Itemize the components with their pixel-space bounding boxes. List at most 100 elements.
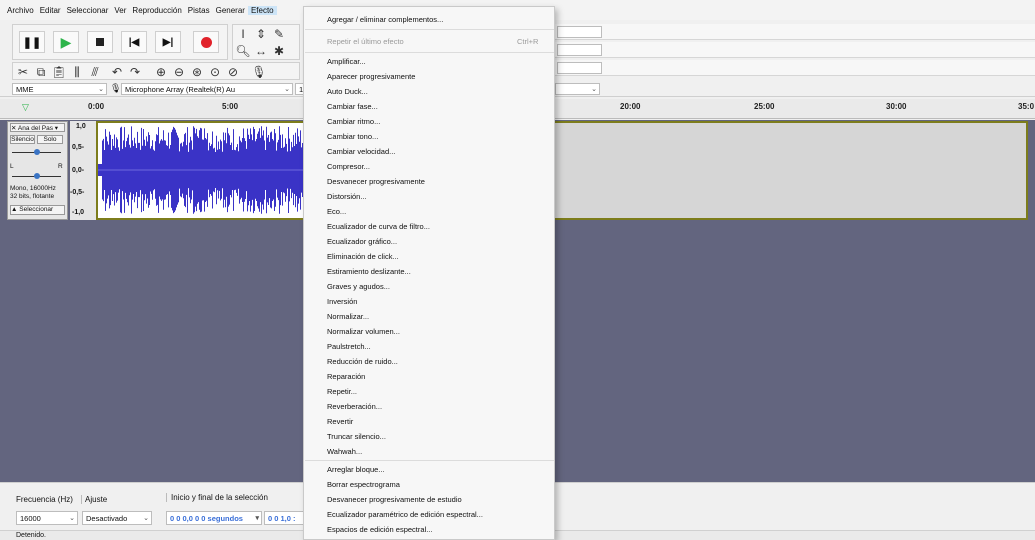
output-device-select[interactable]: ⌄ [555, 83, 600, 95]
undo-icon[interactable]: ↶ [109, 64, 125, 80]
menu-item[interactable]: Wahwah... [327, 447, 362, 456]
skip-end-button[interactable]: ▶| [155, 31, 181, 53]
play-button[interactable]: ▶ [53, 31, 79, 53]
menu-item[interactable]: Eco... [327, 207, 346, 216]
menu-item[interactable]: Cambiar ritmo... [327, 117, 380, 126]
menu-item[interactable]: Ecualizador de curva de filtro... [327, 222, 430, 231]
menu-item[interactable]: Arreglar bloque... [327, 465, 385, 474]
mixer-meter[interactable] [555, 60, 1035, 76]
copy-icon[interactable]: ⧉ [33, 64, 49, 80]
select-track-button[interactable]: ▲ Seleccionar [10, 205, 65, 215]
record-meter[interactable] [555, 24, 1035, 40]
record-icon [200, 36, 212, 48]
zoom-tool-icon[interactable]: 🔍︎ [235, 43, 251, 59]
track-format: Mono, 16000Hz [10, 185, 56, 192]
menu-item[interactable]: Reverberación... [327, 402, 382, 411]
snap-select[interactable]: Desactivado ⌄ [82, 511, 152, 525]
triangle-up-icon: ▲ [11, 206, 18, 213]
menu-item[interactable]: Compresor... [327, 162, 370, 171]
stop-button[interactable] [87, 31, 113, 53]
chevron-down-icon: ⌄ [591, 86, 597, 93]
menu-editar[interactable]: Editar [37, 6, 64, 15]
menu-item[interactable]: Desvanecer progresivamente de estudio [327, 495, 462, 504]
project-rate-select[interactable]: 16000 ⌄ [16, 511, 78, 525]
paste-icon[interactable]: 📋︎ [51, 64, 67, 80]
fit-selection-icon[interactable]: ⊛ [189, 64, 205, 80]
menu-item[interactable]: Ecualizador paramétrico de edición espec… [327, 510, 483, 519]
zoom-out-icon[interactable]: ⊖ [171, 64, 187, 80]
zoom-in-icon[interactable]: ⊕ [153, 64, 169, 80]
menu-item[interactable]: Inversión [327, 297, 357, 306]
ruler-tick: 30:00 [886, 102, 907, 111]
menu-item[interactable]: Revertir [327, 417, 353, 426]
fit-project-icon[interactable]: ⊙ [207, 64, 223, 80]
skip-start-button[interactable]: |◀ [121, 31, 147, 53]
menu-ver[interactable]: Ver [111, 6, 129, 15]
menu-item[interactable]: Normalizar volumen... [327, 327, 400, 336]
solo-button[interactable]: Solo [37, 135, 63, 144]
menu-reproduccion[interactable]: Reproducción [129, 6, 184, 15]
menu-item[interactable]: Eliminación de click... [327, 252, 399, 261]
pan-slider[interactable] [10, 173, 63, 179]
menu-item[interactable]: Reparación [327, 372, 365, 381]
menu-item[interactable]: Cambiar velocidad... [327, 147, 395, 156]
track-menu-button[interactable]: ✕ Ana del Pas ▾ [10, 123, 65, 132]
multi-tool-icon[interactable]: ✱ [271, 43, 287, 59]
menu-item[interactable]: Cambiar tono... [327, 132, 378, 141]
menu-item[interactable]: Agregar / eliminar complementos... [327, 15, 443, 24]
audio-host-select[interactable]: MME ⌄ [12, 83, 107, 95]
ruler-tick: 35:0 [1018, 102, 1035, 111]
menu-seleccionar[interactable]: Seleccionar [64, 6, 112, 15]
menu-item[interactable]: Cambiar fase... [327, 102, 378, 111]
waveform[interactable] [98, 123, 308, 218]
envelope-tool-icon[interactable]: ⇕ [253, 26, 269, 42]
menu-item[interactable]: Espacios de edición espectral... [327, 525, 432, 534]
menu-item[interactable]: Amplificar... [327, 57, 366, 66]
scale-label: 0,0- [72, 167, 85, 174]
record-button[interactable] [193, 31, 219, 53]
menu-item[interactable]: Graves y agudos... [327, 282, 390, 291]
selection-tool-icon[interactable]: I [235, 26, 251, 42]
zoom-toggle-icon[interactable]: ⊘ [225, 64, 241, 80]
rate-label: Frecuencia (Hz) [16, 495, 73, 504]
menu-item[interactable]: Reducción de ruido... [327, 357, 398, 366]
menu-item[interactable]: Paulstretch... [327, 342, 371, 351]
selection-end-field[interactable]: 0 0 1,0 : [264, 511, 304, 525]
menu-item[interactable]: Distorsión... [327, 192, 367, 201]
selection-start-field[interactable]: 0 0 0,0 0 0 segundos ▾ [166, 511, 262, 525]
close-icon[interactable]: ✕ [11, 125, 16, 132]
snap-label: Ajuste [81, 495, 107, 504]
trim-icon[interactable]: ⫼ [69, 64, 85, 80]
menu-efecto[interactable]: Efecto [247, 5, 277, 15]
gain-slider[interactable] [10, 149, 63, 155]
chevron-down-icon: ⌄ [284, 86, 290, 93]
menu-item[interactable]: Estiramiento deslizante... [327, 267, 411, 276]
scale-label: -1,0 [72, 209, 85, 216]
menu-generar[interactable]: Generar [213, 6, 248, 15]
audio-clip[interactable] [96, 121, 1028, 220]
timeshift-tool-icon[interactable]: ↔ [253, 43, 269, 59]
draw-tool-icon[interactable]: ✎ [271, 26, 287, 42]
chevron-down-icon: ⌄ [69, 515, 75, 522]
menu-item[interactable]: Repetir... [327, 387, 357, 396]
play-head-icon[interactable]: ▽ [22, 102, 29, 113]
pause-button[interactable]: ❚❚ [19, 31, 45, 53]
transport-toolbar: ❚❚ ▶ |◀ ▶| [12, 24, 228, 60]
silence-icon[interactable]: ⫻ [87, 64, 103, 80]
redo-icon[interactable]: ↷ [127, 64, 143, 80]
menu-item[interactable]: Ecualizador gráfico... [327, 237, 397, 246]
menu-separator [305, 52, 554, 53]
mute-button[interactable]: Silencio [10, 135, 35, 144]
menu-item[interactable]: Auto Duck... [327, 87, 368, 96]
cut-icon[interactable]: ✂ [15, 64, 31, 80]
menu-item[interactable]: Desvanecer progresivamente [327, 177, 425, 186]
microphone-icon: 🎙︎ [251, 65, 267, 79]
playback-meter[interactable] [555, 42, 1035, 58]
menu-pistas[interactable]: Pistas [185, 6, 213, 15]
input-device-select[interactable]: Microphone Array (Realtek(R) Au ⌄ [121, 83, 293, 95]
menu-archivo[interactable]: Archivo [4, 6, 37, 15]
menu-item[interactable]: Normalizar... [327, 312, 369, 321]
menu-item[interactable]: Borrar espectrograma [327, 480, 400, 489]
menu-item[interactable]: Truncar silencio... [327, 432, 386, 441]
menu-item[interactable]: Aparecer progresivamente [327, 72, 415, 81]
